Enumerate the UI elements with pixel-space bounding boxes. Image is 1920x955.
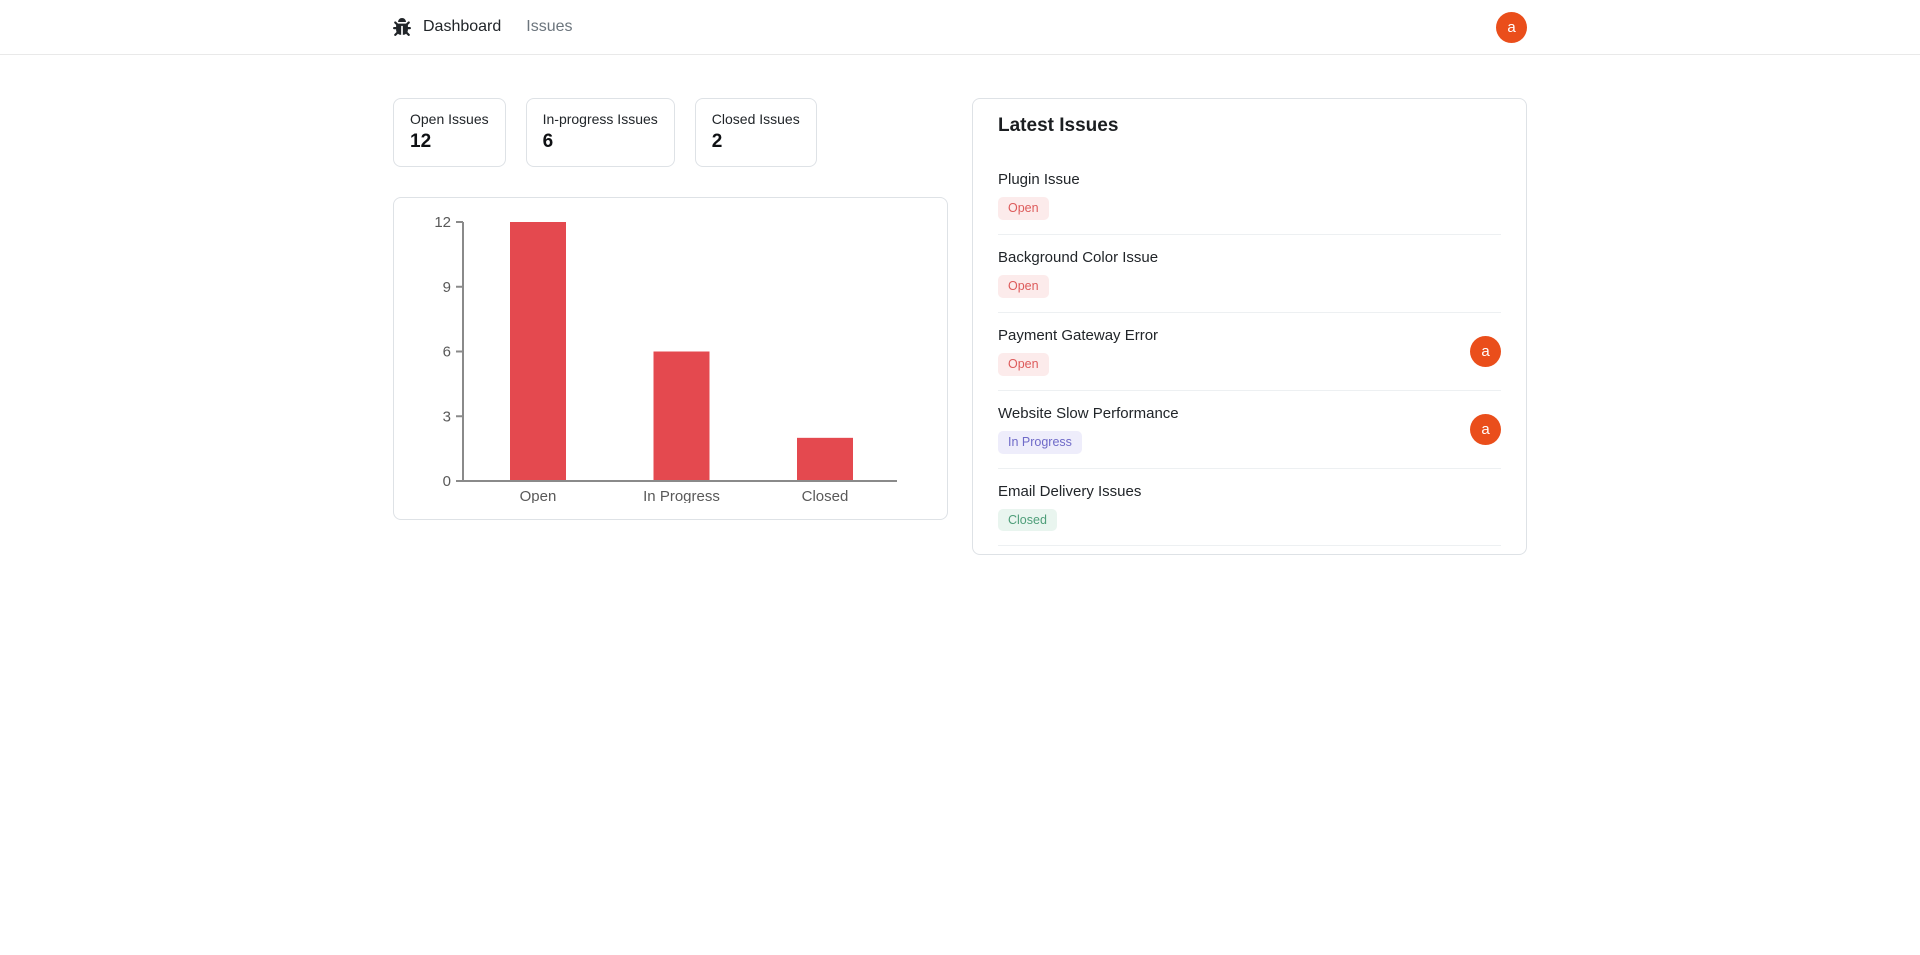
issue-title: Background Color Issue: [998, 249, 1158, 266]
issue-main: Website Slow Performance In Progress: [998, 405, 1179, 454]
stat-label: In-progress Issues: [543, 111, 658, 127]
status-badge: Open: [998, 197, 1049, 220]
issue-title: Website Slow Performance: [998, 405, 1179, 422]
left-column: Open Issues 12 In-progress Issues 6 Clos…: [393, 98, 948, 520]
top-navbar: Dashboard Issues a: [0, 0, 1920, 55]
bug-icon: [393, 18, 411, 36]
svg-text:12: 12: [434, 214, 451, 231]
issue-avatar: a: [1470, 414, 1501, 445]
svg-text:9: 9: [443, 279, 451, 296]
issue-list-item: Email Delivery Issues Closed: [998, 469, 1501, 547]
issue-title: Payment Gateway Error: [998, 327, 1158, 344]
issue-list-item: Website Slow Performance In Progress a: [998, 391, 1501, 469]
stat-card-in-progress: In-progress Issues 6: [526, 98, 675, 167]
issue-main: Background Color Issue Open: [998, 249, 1158, 298]
stat-label: Open Issues: [410, 111, 489, 127]
issues-bar-chart: 0 3 6 9 12 Open In Progress Closed: [410, 214, 931, 503]
svg-text:Closed: Closed: [802, 488, 849, 503]
issue-title: Plugin Issue: [998, 171, 1080, 188]
issues-bar-chart-card: 0 3 6 9 12 Open In Progress Closed: [393, 197, 948, 520]
stat-label: Closed Issues: [712, 111, 800, 127]
status-badge: Open: [998, 353, 1049, 376]
right-column: Latest Issues Plugin Issue Open Backgrou…: [972, 98, 1527, 555]
issue-avatar: a: [1470, 336, 1501, 367]
latest-issues-card: Latest Issues Plugin Issue Open Backgrou…: [972, 98, 1527, 555]
issue-main: Payment Gateway Error Open: [998, 327, 1158, 376]
issue-main: Email Delivery Issues Closed: [998, 483, 1141, 532]
stat-card-closed: Closed Issues 2: [695, 98, 817, 167]
user-avatar[interactable]: a: [1496, 12, 1527, 43]
issue-title: Email Delivery Issues: [998, 483, 1141, 500]
status-badge: Closed: [998, 509, 1057, 532]
svg-text:3: 3: [443, 408, 451, 425]
nav-link-dashboard[interactable]: Dashboard: [423, 18, 501, 36]
nav-link-issues[interactable]: Issues: [526, 18, 572, 36]
svg-text:In Progress: In Progress: [643, 488, 720, 503]
issue-list-item: Payment Gateway Error Open a: [998, 313, 1501, 391]
nav-container: Dashboard Issues a: [393, 12, 1527, 43]
issue-main: Plugin Issue Open: [998, 171, 1080, 220]
stat-value: 12: [410, 131, 489, 153]
issue-list-item: Plugin Issue Open: [998, 157, 1501, 235]
issue-list-item: Background Color Issue Open: [998, 235, 1501, 313]
stat-value: 2: [712, 131, 800, 153]
stat-value: 6: [543, 131, 658, 153]
svg-text:0: 0: [443, 473, 451, 490]
latest-issues-title: Latest Issues: [998, 115, 1501, 137]
main-content: Open Issues 12 In-progress Issues 6 Clos…: [393, 98, 1527, 555]
status-badge: Open: [998, 275, 1049, 298]
stats-row: Open Issues 12 In-progress Issues 6 Clos…: [393, 98, 948, 167]
svg-text:Open: Open: [520, 488, 557, 503]
stat-card-open: Open Issues 12: [393, 98, 506, 167]
status-badge: In Progress: [998, 431, 1082, 454]
svg-text:6: 6: [443, 344, 451, 361]
